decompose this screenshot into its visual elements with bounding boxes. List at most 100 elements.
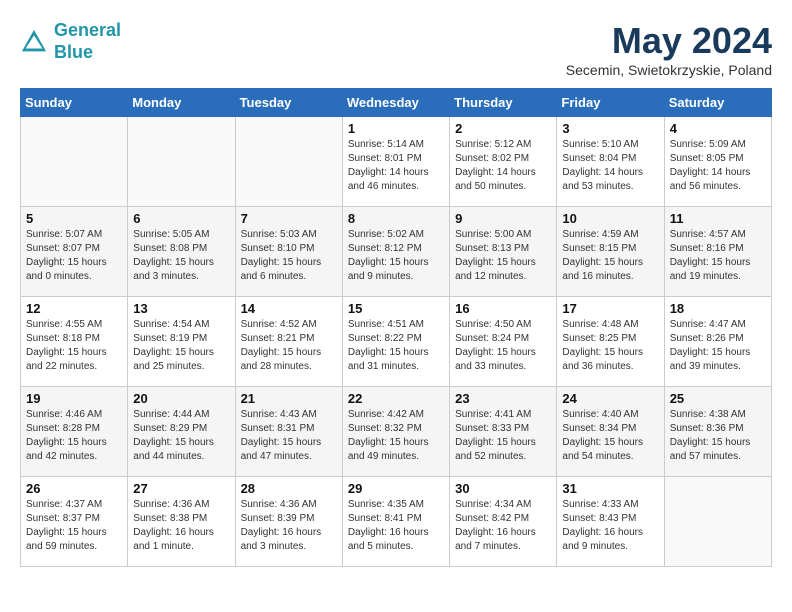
day-number: 21	[241, 391, 337, 406]
day-info: Sunrise: 4:38 AM Sunset: 8:36 PM Dayligh…	[670, 408, 766, 464]
day-number: 10	[562, 211, 658, 226]
day-number: 25	[670, 391, 766, 406]
day-number: 1	[348, 121, 444, 136]
calendar-cell: 20 Sunrise: 4:44 AM Sunset: 8:29 PM Dayli…	[128, 387, 235, 477]
weekday-header-thursday: Thursday	[450, 89, 557, 117]
day-info: Sunrise: 4:57 AM Sunset: 8:16 PM Dayligh…	[670, 228, 766, 284]
calendar-cell: 31 Sunrise: 4:33 AM Sunset: 8:43 PM Dayli…	[557, 477, 664, 567]
day-number: 23	[455, 391, 551, 406]
day-number: 20	[133, 391, 229, 406]
day-number: 9	[455, 211, 551, 226]
day-number: 7	[241, 211, 337, 226]
day-number: 13	[133, 301, 229, 316]
calendar-cell: 6 Sunrise: 5:05 AM Sunset: 8:08 PM Daylig…	[128, 207, 235, 297]
day-info: Sunrise: 4:48 AM Sunset: 8:25 PM Dayligh…	[562, 318, 658, 374]
day-info: Sunrise: 4:33 AM Sunset: 8:43 PM Dayligh…	[562, 498, 658, 554]
calendar-cell: 5Sunrise: 5:07 AM Sunset: 8:07 PM Daylig…	[21, 207, 128, 297]
day-number: 17	[562, 301, 658, 316]
calendar-cell: 2 Sunrise: 5:12 AM Sunset: 8:02 PM Daylig…	[450, 117, 557, 207]
day-info: Sunrise: 5:02 AM Sunset: 8:12 PM Dayligh…	[348, 228, 444, 284]
day-info: Sunrise: 5:00 AM Sunset: 8:13 PM Dayligh…	[455, 228, 551, 284]
calendar-week-4: 19 Sunrise: 4:46 AM Sunset: 8:28 PM Dayli…	[21, 387, 772, 477]
calendar-cell: 14 Sunrise: 4:52 AM Sunset: 8:21 PM Dayli…	[235, 297, 342, 387]
calendar-cell: 8 Sunrise: 5:02 AM Sunset: 8:12 PM Daylig…	[342, 207, 449, 297]
calendar-cell: 26 Sunrise: 4:37 AM Sunset: 8:37 PM Dayli…	[21, 477, 128, 567]
day-info: Sunrise: 5:09 AM Sunset: 8:05 PM Dayligh…	[670, 138, 766, 194]
calendar-cell: 11 Sunrise: 4:57 AM Sunset: 8:16 PM Dayli…	[664, 207, 771, 297]
day-number: 24	[562, 391, 658, 406]
calendar-cell: 25 Sunrise: 4:38 AM Sunset: 8:36 PM Dayli…	[664, 387, 771, 477]
logo-icon	[20, 28, 48, 56]
calendar-cell	[235, 117, 342, 207]
calendar-week-5: 26 Sunrise: 4:37 AM Sunset: 8:37 PM Dayli…	[21, 477, 772, 567]
day-info: Sunrise: 4:55 AM Sunset: 8:18 PM Dayligh…	[26, 318, 122, 374]
day-number: 14	[241, 301, 337, 316]
calendar-cell: 23 Sunrise: 4:41 AM Sunset: 8:33 PM Dayli…	[450, 387, 557, 477]
calendar-week-3: 12 Sunrise: 4:55 AM Sunset: 8:18 PM Dayli…	[21, 297, 772, 387]
weekday-header-sunday: Sunday	[21, 89, 128, 117]
day-number: 22	[348, 391, 444, 406]
day-number: 19	[26, 391, 122, 406]
day-info: Sunrise: 4:37 AM Sunset: 8:37 PM Dayligh…	[26, 498, 122, 554]
day-info: Sunrise: 4:54 AM Sunset: 8:19 PM Dayligh…	[133, 318, 229, 374]
calendar-week-1: 1 Sunrise: 5:14 AM Sunset: 8:01 PM Daylig…	[21, 117, 772, 207]
day-info: Sunrise: 4:36 AM Sunset: 8:38 PM Dayligh…	[133, 498, 229, 554]
calendar-cell: 30Sunrise: 4:34 AM Sunset: 8:42 PM Dayli…	[450, 477, 557, 567]
day-number: 16	[455, 301, 551, 316]
day-number: 18	[670, 301, 766, 316]
day-info: Sunrise: 4:35 AM Sunset: 8:41 PM Dayligh…	[348, 498, 444, 554]
logo-line1: General	[54, 20, 121, 40]
weekday-header-tuesday: Tuesday	[235, 89, 342, 117]
month-title: May 2024	[566, 20, 772, 62]
day-info: Sunrise: 4:52 AM Sunset: 8:21 PM Dayligh…	[241, 318, 337, 374]
calendar-week-2: 5Sunrise: 5:07 AM Sunset: 8:07 PM Daylig…	[21, 207, 772, 297]
day-info: Sunrise: 4:44 AM Sunset: 8:29 PM Dayligh…	[133, 408, 229, 464]
day-info: Sunrise: 4:40 AM Sunset: 8:34 PM Dayligh…	[562, 408, 658, 464]
calendar-cell: 19 Sunrise: 4:46 AM Sunset: 8:28 PM Dayli…	[21, 387, 128, 477]
day-info: Sunrise: 5:14 AM Sunset: 8:01 PM Dayligh…	[348, 138, 444, 194]
day-info: Sunrise: 5:12 AM Sunset: 8:02 PM Dayligh…	[455, 138, 551, 194]
day-number: 31	[562, 481, 658, 496]
day-number: 6	[133, 211, 229, 226]
logo-text: General Blue	[54, 20, 121, 63]
day-info: Sunrise: 4:59 AM Sunset: 8:15 PM Dayligh…	[562, 228, 658, 284]
day-info: Sunrise: 4:51 AM Sunset: 8:22 PM Dayligh…	[348, 318, 444, 374]
weekday-header-wednesday: Wednesday	[342, 89, 449, 117]
weekday-header-saturday: Saturday	[664, 89, 771, 117]
day-info: Sunrise: 4:46 AM Sunset: 8:28 PM Dayligh…	[26, 408, 122, 464]
calendar-cell: 1 Sunrise: 5:14 AM Sunset: 8:01 PM Daylig…	[342, 117, 449, 207]
day-number: 2	[455, 121, 551, 136]
location: Secemin, Swietokrzyskie, Poland	[566, 62, 772, 78]
day-number: 26	[26, 481, 122, 496]
calendar-cell	[21, 117, 128, 207]
calendar-cell: 15Sunrise: 4:51 AM Sunset: 8:22 PM Dayli…	[342, 297, 449, 387]
logo: General Blue	[20, 20, 121, 63]
weekday-header-friday: Friday	[557, 89, 664, 117]
calendar-cell: 27 Sunrise: 4:36 AM Sunset: 8:38 PM Dayli…	[128, 477, 235, 567]
day-number: 4	[670, 121, 766, 136]
day-number: 28	[241, 481, 337, 496]
calendar-cell: 9 Sunrise: 5:00 AM Sunset: 8:13 PM Daylig…	[450, 207, 557, 297]
day-info: Sunrise: 4:36 AM Sunset: 8:39 PM Dayligh…	[241, 498, 337, 554]
day-number: 29	[348, 481, 444, 496]
calendar-cell: 16Sunrise: 4:50 AM Sunset: 8:24 PM Dayli…	[450, 297, 557, 387]
day-number: 8	[348, 211, 444, 226]
calendar-cell	[128, 117, 235, 207]
calendar-cell: 18Sunrise: 4:47 AM Sunset: 8:26 PM Dayli…	[664, 297, 771, 387]
day-info: Sunrise: 4:43 AM Sunset: 8:31 PM Dayligh…	[241, 408, 337, 464]
day-info: Sunrise: 5:05 AM Sunset: 8:08 PM Dayligh…	[133, 228, 229, 284]
calendar-cell: 28 Sunrise: 4:36 AM Sunset: 8:39 PM Dayli…	[235, 477, 342, 567]
day-info: Sunrise: 4:42 AM Sunset: 8:32 PM Dayligh…	[348, 408, 444, 464]
day-info: Sunrise: 5:10 AM Sunset: 8:04 PM Dayligh…	[562, 138, 658, 194]
calendar-cell: 29 Sunrise: 4:35 AM Sunset: 8:41 PM Dayli…	[342, 477, 449, 567]
day-number: 5	[26, 211, 122, 226]
day-info: Sunrise: 4:41 AM Sunset: 8:33 PM Dayligh…	[455, 408, 551, 464]
day-info: Sunrise: 4:34 AM Sunset: 8:42 PM Dayligh…	[455, 498, 551, 554]
day-number: 12	[26, 301, 122, 316]
day-number: 27	[133, 481, 229, 496]
calendar-cell: 17 Sunrise: 4:48 AM Sunset: 8:25 PM Dayli…	[557, 297, 664, 387]
calendar-cell: 3Sunrise: 5:10 AM Sunset: 8:04 PM Daylig…	[557, 117, 664, 207]
calendar-cell: 7Sunrise: 5:03 AM Sunset: 8:10 PM Daylig…	[235, 207, 342, 297]
day-number: 11	[670, 211, 766, 226]
calendar-cell: 13 Sunrise: 4:54 AM Sunset: 8:19 PM Dayli…	[128, 297, 235, 387]
